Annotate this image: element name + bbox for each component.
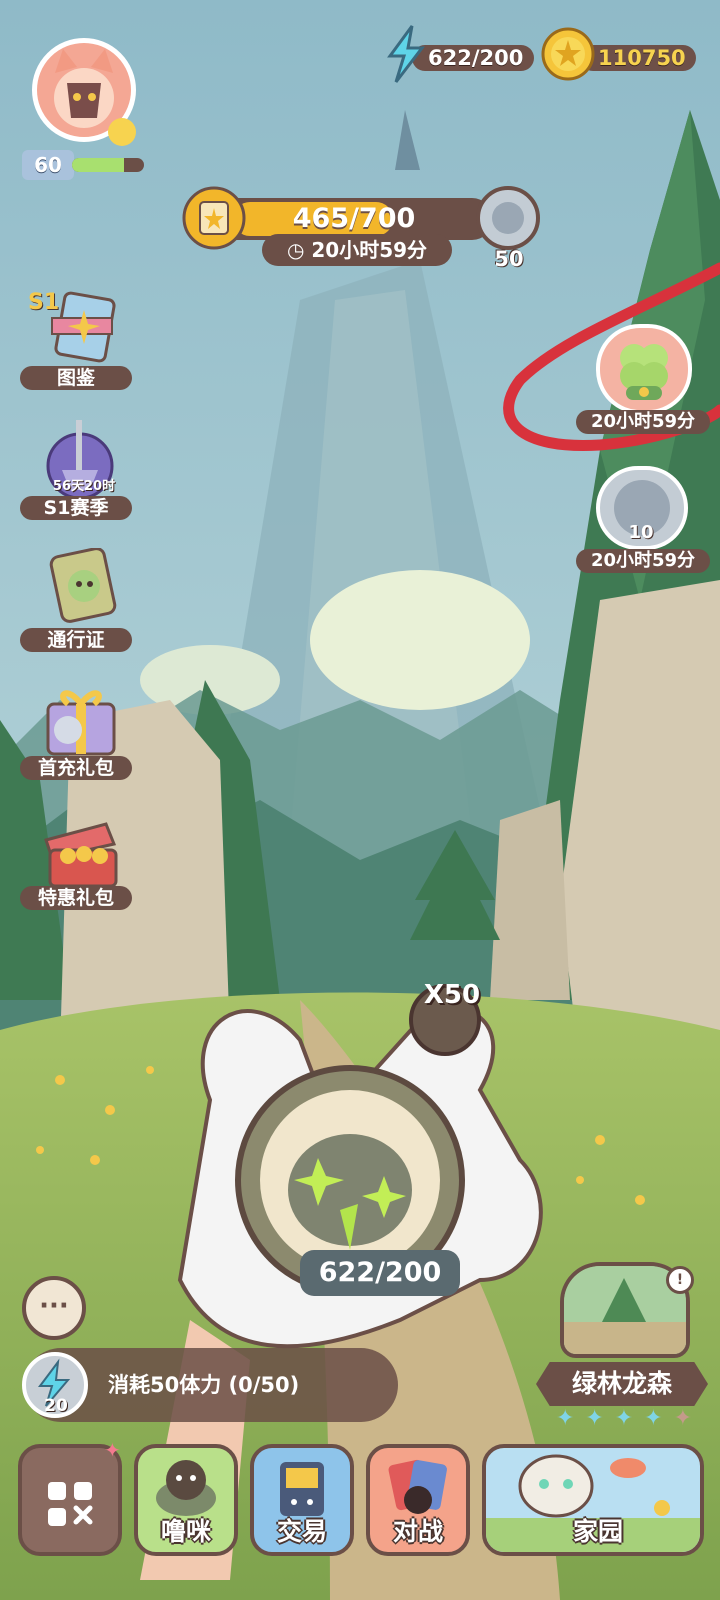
- star-icon: ✦: [644, 1406, 663, 1431]
- map-info-icon[interactable]: !: [666, 1266, 694, 1294]
- treasure-chest-icon: [44, 822, 118, 888]
- gift-box-icon: [46, 690, 116, 756]
- special-offer-label: 特惠礼包: [20, 886, 132, 910]
- silver-token-icon: [492, 202, 524, 234]
- map-name: 绿林龙森: [536, 1362, 708, 1406]
- nav-lumi[interactable]: 噜咪: [134, 1444, 238, 1556]
- battle-pass-reward-count: 50: [494, 247, 524, 271]
- clover-event-button[interactable]: [596, 324, 692, 414]
- season-countdown: 56天20时: [52, 479, 116, 494]
- pass-book-icon: [49, 547, 117, 623]
- codex-label: 图鉴: [20, 366, 132, 390]
- player-level-badge: 60: [22, 150, 74, 180]
- lightning-icon: [387, 25, 426, 83]
- coin-counter[interactable]: 110750: [580, 45, 696, 71]
- level-progress-bar: [72, 158, 144, 172]
- clover-icon: [620, 344, 668, 400]
- pass-button[interactable]: [32, 547, 128, 632]
- stamina-potion-count: 20: [44, 1396, 68, 1416]
- stamina-counter[interactable]: 622/200: [412, 45, 534, 71]
- gacha-stamina-display: 622/200: [300, 1250, 460, 1296]
- scroll-icon: [182, 186, 246, 250]
- battle-pass-reward-token[interactable]: [476, 186, 540, 250]
- nav-home[interactable]: 家园: [482, 1444, 704, 1556]
- season-label: S1赛季: [20, 496, 132, 520]
- pass-label: 通行证: [20, 628, 132, 652]
- first-recharge-button[interactable]: [32, 680, 128, 764]
- coin-value: 110750: [598, 46, 686, 70]
- grid-icon: [48, 1482, 93, 1526]
- chat-button[interactable]: ···: [22, 1276, 86, 1340]
- nav-trade[interactable]: 交易: [250, 1444, 354, 1556]
- chat-bubble-icon: ···: [39, 1291, 69, 1321]
- nav-lumi-label: 噜咪: [160, 1517, 211, 1546]
- nav-trade-label: 交易: [276, 1517, 327, 1546]
- token-event-timer: 20小时59分: [576, 549, 710, 573]
- star-icon: ✦: [585, 1406, 604, 1431]
- battle-pass-timer-text: 20小时59分: [311, 238, 428, 262]
- consume-text: 消耗50体力 (0/50): [108, 1373, 300, 1397]
- battle-pass-timer: ◷ 20小时59分: [262, 234, 452, 266]
- stamina-value: 622/200: [428, 46, 524, 70]
- map-stars: ✦ ✦ ✦ ✦ ✦: [556, 1406, 692, 1432]
- star-empty-icon: ✦: [673, 1406, 692, 1431]
- nav-battle[interactable]: 对战: [366, 1444, 470, 1556]
- level-progress-fill: [72, 158, 124, 172]
- notification-sparkle-icon: ✦: [104, 1438, 121, 1462]
- lightbulb-icon: [108, 118, 136, 146]
- book-icon: [51, 291, 116, 363]
- token-event-count: 10: [628, 522, 654, 543]
- game-scene: 60 622/200 110750 465/700 ◷ 20小时59分 50 S…: [0, 0, 720, 1600]
- special-offer-button[interactable]: [32, 810, 128, 894]
- coin-icon: [541, 27, 595, 81]
- clover-event-timer: 20小时59分: [576, 410, 710, 434]
- first-recharge-label: 首充礼包: [20, 756, 132, 780]
- nav-home-label: 家园: [572, 1517, 623, 1546]
- star-icon: ✦: [556, 1406, 575, 1431]
- clock-icon: ◷: [286, 238, 305, 262]
- nav-battle-label: 对战: [392, 1517, 443, 1546]
- codex-button[interactable]: [32, 290, 128, 374]
- star-icon: ✦: [614, 1406, 634, 1431]
- gacha-multiplier[interactable]: X50: [420, 980, 484, 1010]
